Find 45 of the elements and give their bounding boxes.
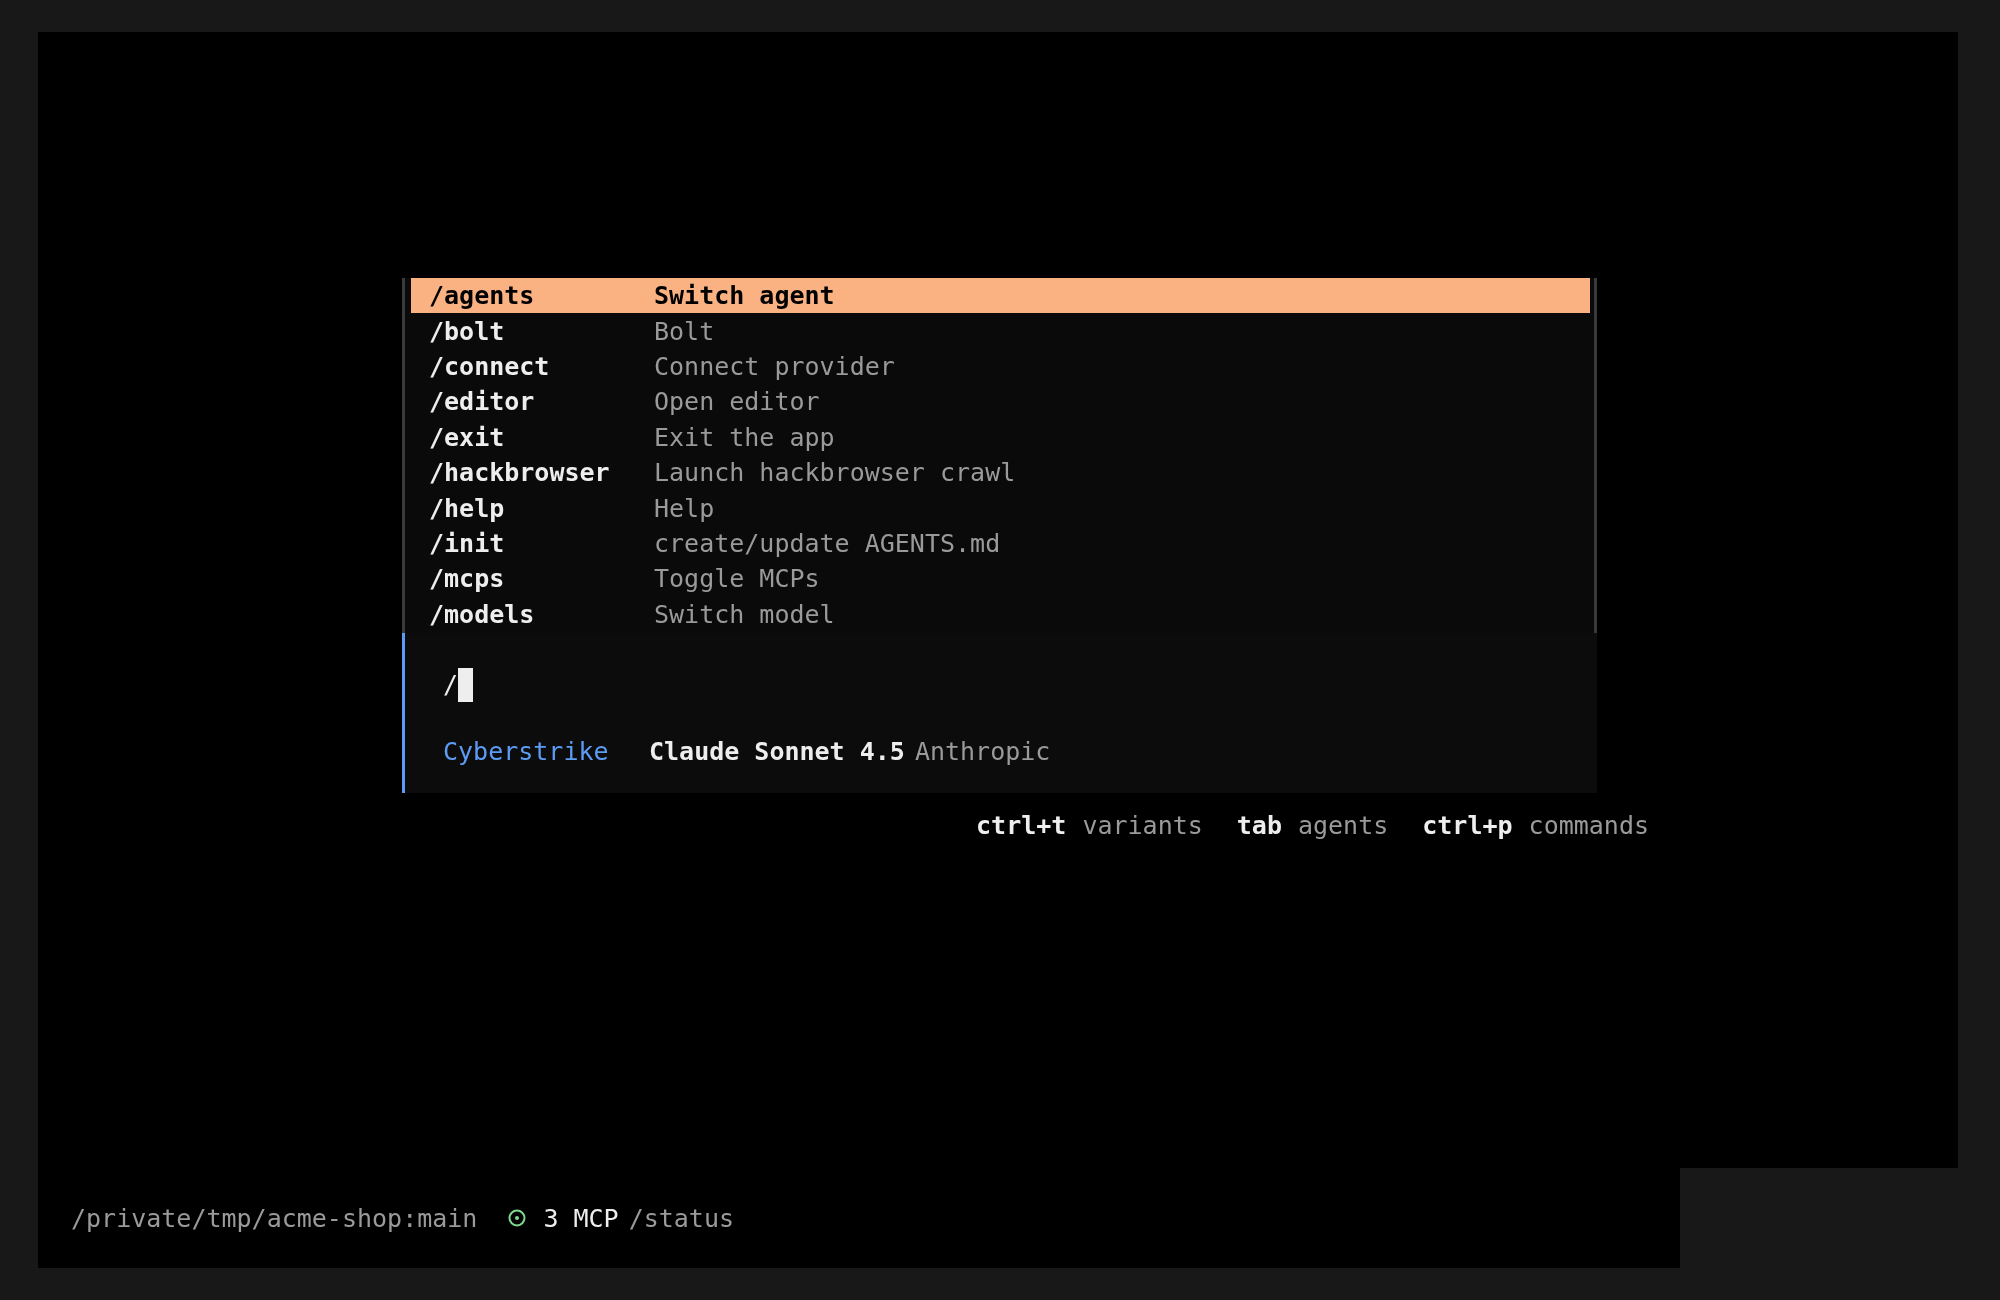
shortcut-label: commands <box>1528 810 1649 840</box>
status-command[interactable]: /status <box>628 1203 734 1233</box>
command-name: /exit <box>429 422 506 452</box>
command-name: /help <box>429 493 506 523</box>
command-description: Bolt <box>654 316 715 346</box>
command-name: /mcps <box>429 564 506 594</box>
project-path: /private/tmp/acme-shop:main <box>71 1203 478 1233</box>
command-description: Open editor <box>654 387 820 417</box>
menu-item[interactable]: /bolt Bolt <box>411 313 1590 349</box>
command-name: /init <box>429 528 506 558</box>
menu-item[interactable]: /hackbrowser Launch hackbrowser crawl <box>411 454 1590 491</box>
menu-item[interactable]: /help Help <box>411 490 1590 526</box>
text-cursor <box>458 667 474 702</box>
input-text: / <box>443 670 459 700</box>
command-description: Switch agent <box>654 281 835 311</box>
command-name: /agents <box>429 281 536 311</box>
command-description: Switch model <box>654 599 835 629</box>
command-description: Help <box>654 493 715 523</box>
command-description: Launch hackbrowser crawl <box>654 458 1016 488</box>
model-name: Claude Sonnet 4.5 <box>649 736 905 766</box>
shortcut-label: variants <box>1082 810 1203 840</box>
command-description: create/update AGENTS.md <box>654 528 1001 558</box>
menu-item[interactable]: /mcps Toggle MCPs <box>411 561 1590 597</box>
menu-item[interactable]: /exit Exit the app <box>411 419 1590 455</box>
agent-name: Cyberstrike <box>443 736 610 766</box>
provider-name: Anthropic <box>914 736 1051 766</box>
command-description: Connect provider <box>654 351 895 381</box>
menu-item[interactable]: /editor Open editor <box>411 384 1590 420</box>
command-name: /connect <box>429 351 551 381</box>
mcp-count: 3 MCP <box>543 1203 619 1233</box>
command-name: /bolt <box>429 316 506 346</box>
shortcut-label: agents <box>1297 810 1389 840</box>
menu-item[interactable]: /init create/update AGENTS.md <box>411 525 1590 562</box>
menu-item[interactable]: /models Switch model <box>411 596 1590 632</box>
shortcut-key: tab <box>1236 810 1282 840</box>
command-description: Toggle MCPs <box>654 564 820 594</box>
menu-item[interactable]: /connect Connect provider <box>411 348 1590 385</box>
command-name: /models <box>429 599 536 629</box>
shortcut-key: ctrl+p <box>1422 810 1513 840</box>
status-icon <box>507 1208 528 1228</box>
shortcut-key: ctrl+t <box>976 810 1067 840</box>
command-description: Exit the app <box>654 422 835 452</box>
menu-item[interactable]: /agents Switch agent <box>411 278 1590 314</box>
command-name: /editor <box>429 387 536 417</box>
command-name: /hackbrowser <box>429 458 611 488</box>
